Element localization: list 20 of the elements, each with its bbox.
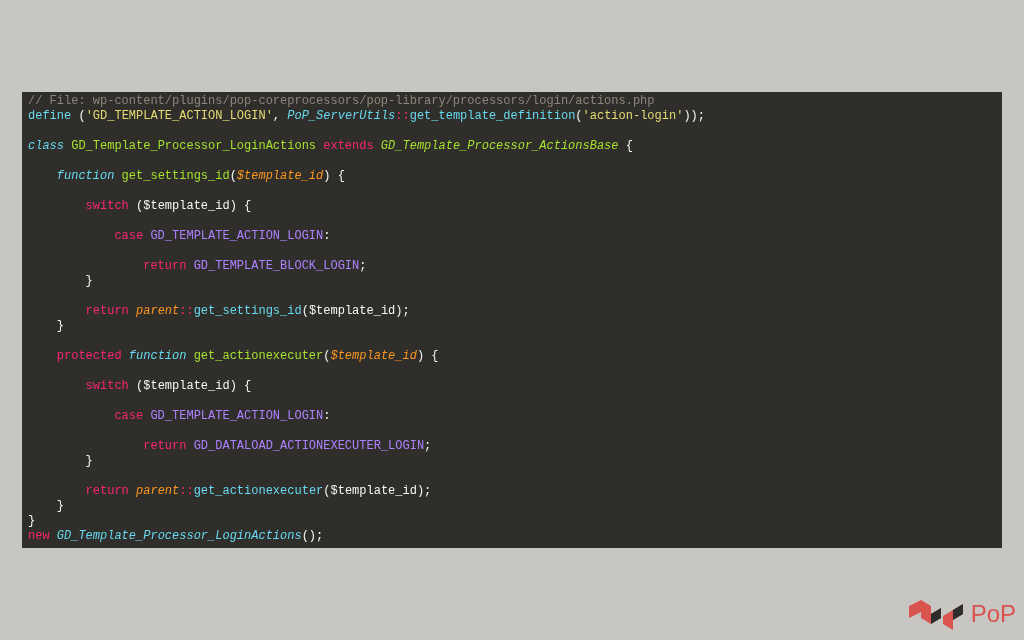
code-line: define ('GD_TEMPLATE_ACTION_LOGIN', PoP_ServerUtils::get_template_definition('action-login'));: [28, 109, 705, 124]
code-line: protected function get_actionexecuter($template_id) {: [55, 349, 439, 364]
code-line: }: [55, 319, 64, 334]
logo-text: PoP: [970, 602, 1016, 626]
code-line: case GD_TEMPLATE_ACTION_LOGIN:: [113, 409, 331, 424]
code-line: switch ($template_id) {: [84, 379, 252, 394]
code-line: class GD_Template_Processor_LoginActions extends GD_Template_Processor_ActionsBase {: [28, 139, 633, 154]
code-line: }: [28, 514, 36, 529]
code-line: return parent::get_settings_id($template_id);: [84, 304, 410, 319]
code-line: new GD_Template_Processor_LoginActions();: [28, 529, 324, 544]
code-line: switch ($template_id) {: [84, 199, 252, 214]
code-line: }: [55, 499, 64, 514]
code-line: return parent::get_actionexecuter($template_id);: [84, 484, 432, 499]
code-line: }: [84, 454, 93, 469]
code-line: case GD_TEMPLATE_ACTION_LOGIN:: [113, 229, 331, 244]
code-line: return GD_DATALOAD_ACTIONEXECUTER_LOGIN;: [142, 439, 432, 454]
code-line: return GD_TEMPLATE_BLOCK_LOGIN;: [142, 259, 367, 274]
code-line: function get_settings_id($template_id) {: [55, 169, 345, 184]
code-line: }: [84, 274, 93, 289]
code-line: // File: wp-content/plugins/pop-coreprocessors/pop-library/processors/login/actions.php: [28, 94, 655, 109]
